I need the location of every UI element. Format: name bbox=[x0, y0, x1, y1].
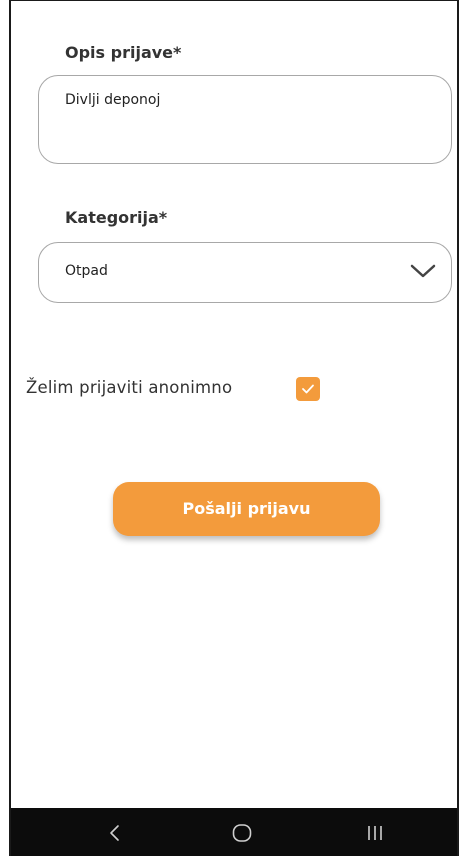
recent-apps-icon[interactable] bbox=[363, 822, 387, 844]
category-value: Otpad bbox=[65, 263, 108, 279]
description-value: Divlji deponoj bbox=[65, 92, 161, 108]
back-icon[interactable] bbox=[103, 822, 127, 844]
submit-button[interactable]: Pošalji prijavu bbox=[113, 482, 380, 536]
category-label: Kategorija* bbox=[65, 208, 168, 227]
chevron-down-icon bbox=[410, 264, 436, 278]
anonymous-label: Želim prijaviti anonimno bbox=[26, 378, 233, 397]
description-label: Opis prijave* bbox=[65, 43, 182, 62]
category-select[interactable]: Otpad bbox=[38, 242, 452, 303]
home-icon[interactable] bbox=[230, 822, 254, 844]
app-screen: Opis prijave* Divlji deponoj Kategorija*… bbox=[9, 0, 459, 856]
checkmark-icon bbox=[302, 384, 314, 394]
description-field[interactable]: Divlji deponoj bbox=[38, 75, 452, 164]
system-nav-bar bbox=[11, 808, 457, 856]
anonymous-checkbox[interactable] bbox=[296, 377, 320, 401]
